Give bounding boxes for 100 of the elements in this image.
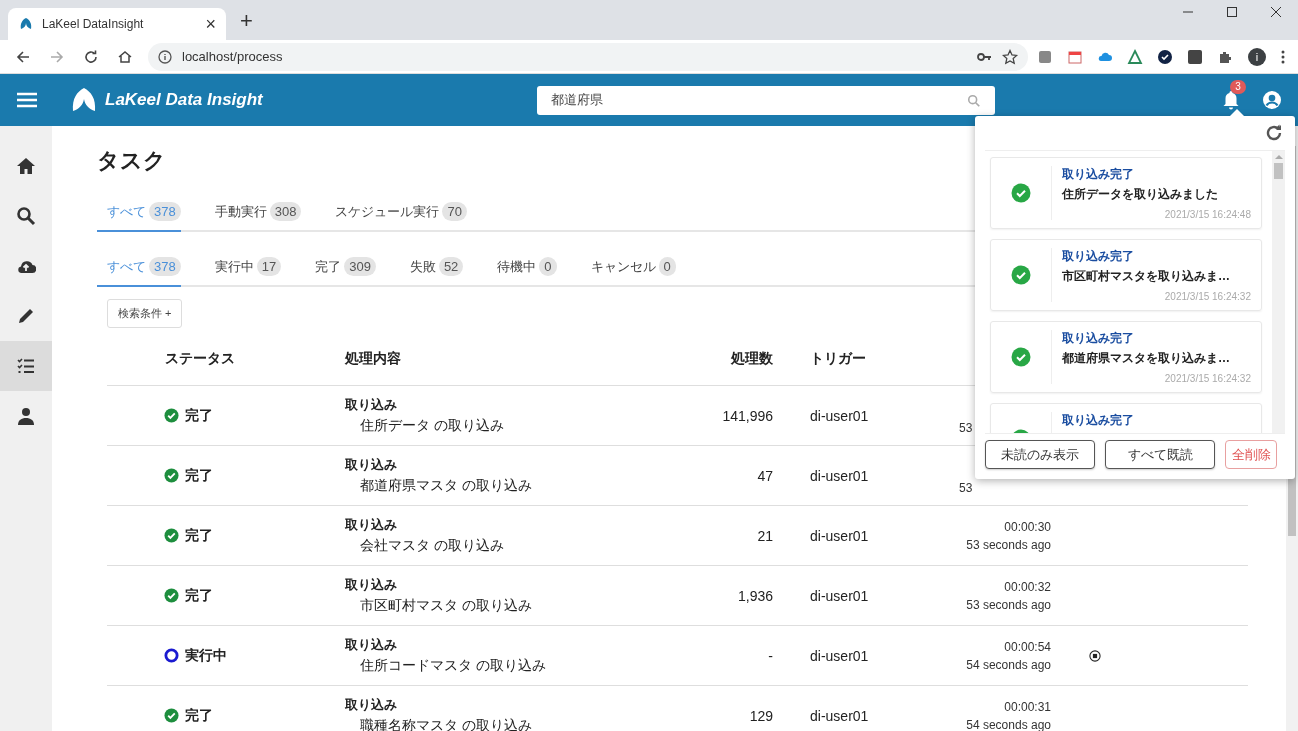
filter-tab[interactable]: すべて 378	[97, 194, 181, 232]
column-header: ステータス	[165, 350, 235, 368]
notification-time: 2021/3/15 16:24:32	[1163, 373, 1251, 384]
notification-count: 3	[1230, 80, 1246, 94]
browser-tab[interactable]: LaKeel DataInsight ×	[8, 8, 226, 40]
process-detail: 都道府県マスタ の取り込み	[359, 477, 533, 495]
notification-card[interactable]: 取り込み完了 都道府県マスタを取り込みま… 2021/3/15 16:24:32	[990, 321, 1262, 393]
maximize-icon[interactable]	[1226, 6, 1238, 18]
star-icon[interactable]	[1002, 48, 1018, 65]
filter-tab[interactable]: スケジュール実行 70	[335, 194, 467, 232]
notification-message: 住所データを取り込みました	[1062, 186, 1219, 203]
task-list-icon	[16, 356, 36, 376]
elapsed-text: 53 seconds ago	[965, 537, 1051, 552]
elapsed-text: 54 seconds ago	[965, 717, 1051, 731]
process-detail: 市区町村マスタ の取り込み	[359, 597, 533, 615]
check-circle-icon	[1011, 265, 1031, 285]
user-icon	[16, 406, 36, 426]
trigger-cell: di-user01	[810, 527, 869, 544]
count-cell: 21	[757, 527, 773, 544]
reload-icon[interactable]	[83, 48, 99, 65]
process-type: 取り込み	[345, 516, 398, 534]
status-label: 完了	[185, 706, 213, 725]
filter-tab[interactable]: すべて 378	[97, 249, 181, 287]
bell-icon[interactable]	[1222, 90, 1240, 110]
duration-text: 00:00:54	[1003, 639, 1051, 654]
address-field[interactable]: localhost/process	[148, 42, 1028, 71]
refresh-icon[interactable]	[1265, 124, 1283, 142]
filter-tab[interactable]: 実行中 17	[214, 249, 282, 287]
menu-icon[interactable]	[17, 92, 37, 108]
count-cell: 1,936	[737, 587, 773, 604]
column-header: 処理数	[731, 350, 773, 366]
process-type: 取り込み	[345, 636, 398, 654]
profile-avatar[interactable]: i	[1248, 47, 1266, 66]
check-circle-icon	[164, 408, 179, 423]
more-icon[interactable]	[1281, 48, 1285, 65]
check-circle-icon	[1011, 183, 1031, 203]
check-circle-icon	[164, 468, 179, 483]
url-text: localhost/process	[182, 49, 283, 64]
trigger-cell: di-user01	[810, 407, 869, 424]
notification-title: 取り込み完了	[1062, 248, 1135, 265]
brand-name: LaKeel Data Insight	[105, 90, 264, 110]
notification-title: 取り込み完了	[1062, 330, 1135, 347]
account-icon[interactable]	[1262, 90, 1282, 110]
back-arrow-icon[interactable]	[15, 48, 31, 65]
notification-message: 市区町村マスタを取り込みま…	[1062, 268, 1231, 285]
trigger-cell: di-user01	[810, 707, 869, 724]
process-detail: 住所データ の取り込み	[359, 417, 505, 435]
search-icon	[16, 206, 36, 226]
new-tab-button[interactable]: +	[240, 8, 253, 34]
triangle-icon[interactable]	[1127, 48, 1143, 65]
extension-icon[interactable]	[1037, 48, 1053, 65]
count-cell: 129	[749, 707, 773, 724]
count-cell: 141,996	[722, 407, 773, 424]
notification-message: 都道府県マスタを取り込みま…	[1062, 350, 1231, 367]
running-circle-icon	[164, 648, 179, 663]
status-label: 実行中	[185, 646, 227, 665]
info-icon	[158, 49, 172, 64]
column-header: トリガー	[810, 350, 866, 366]
close-icon[interactable]	[1270, 6, 1282, 18]
notification-card[interactable]: 取り込み完了 市区町村マスタを取り込みま… 2021/3/15 16:24:32	[990, 239, 1262, 311]
process-detail: 住所コードマスタ の取り込み	[359, 657, 547, 675]
status-label: 完了	[185, 466, 213, 485]
count-cell: 47	[757, 467, 773, 484]
elapsed-text: 53 seconds ago	[965, 597, 1051, 612]
scrollbar[interactable]	[1272, 151, 1285, 433]
filter-tab[interactable]: キャンセル 0	[590, 249, 676, 287]
filter-tab[interactable]: 手動実行 308	[214, 194, 302, 232]
pencil-icon	[16, 306, 36, 326]
process-type: 取り込み	[345, 396, 398, 414]
status-label: 完了	[185, 586, 213, 605]
elapsed-text: 54 seconds ago	[965, 657, 1051, 672]
check-circle-icon[interactable]	[1157, 48, 1173, 65]
filter-tab[interactable]: 待機中 0	[497, 249, 557, 287]
check-circle-icon	[1011, 347, 1031, 367]
search-field[interactable]: 都道府県	[537, 85, 995, 115]
search-conditions-button[interactable]: 検索条件 +	[107, 299, 183, 328]
home-icon[interactable]	[117, 48, 133, 65]
notification-card[interactable]: 取り込み完了 住所データを取り込みました 2021/3/15 16:24:48	[990, 157, 1262, 229]
process-type: 取り込み	[345, 576, 398, 594]
status-label: 完了	[185, 526, 213, 545]
status-label: 完了	[185, 406, 213, 425]
notification-time: 2021/3/15 16:24:48	[1163, 209, 1251, 220]
duration-text: 00:00:31	[1003, 699, 1051, 714]
notification-button[interactable]: 未読のみ表示	[985, 440, 1095, 469]
close-icon[interactable]: ×	[205, 13, 216, 35]
trigger-cell: di-user01	[810, 467, 869, 484]
notification-title: 取り込み完了	[1062, 412, 1135, 429]
notification-button[interactable]: すべて既読	[1105, 440, 1215, 469]
trigger-cell: di-user01	[810, 587, 869, 604]
notification-time: 2021/3/15 16:24:32	[1163, 291, 1251, 302]
delete-all-button[interactable]: 全削除	[1225, 440, 1277, 469]
process-type: 取り込み	[345, 456, 398, 474]
calendar-icon[interactable]	[1067, 48, 1083, 65]
filter-tab[interactable]: 失敗 52	[409, 249, 464, 287]
duration-text: 00:00:30	[1003, 519, 1051, 534]
notification-title: 取り込み完了	[1062, 166, 1135, 183]
logo-icon	[18, 16, 34, 32]
column-header: 処理内容	[345, 350, 401, 366]
filter-tab[interactable]: 完了 309	[315, 249, 376, 287]
elapsed-text: 53	[959, 480, 974, 495]
